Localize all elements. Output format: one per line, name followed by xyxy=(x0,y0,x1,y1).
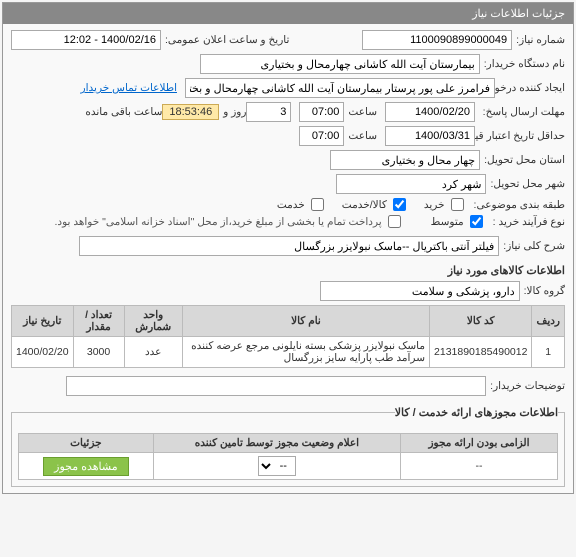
goods-cb-label: کالا/خدمت xyxy=(342,199,387,211)
city-label: شهر محل تحویل: xyxy=(486,178,565,190)
permits-title: اطلاعات مجوزهای ارائه خدمت / کالا xyxy=(395,402,558,423)
need-desc-input[interactable] xyxy=(79,236,499,256)
permits-header-row: الزامی بودن ارائه مجوز اعلام وضعیت مجوز … xyxy=(19,434,558,453)
col-row: ردیف xyxy=(532,306,565,337)
proc-type-label: نوع فرآیند خرید : xyxy=(489,216,565,228)
province-label: استان محل تحویل: xyxy=(480,154,565,166)
service-checkbox[interactable] xyxy=(311,198,324,211)
table-header-row: ردیف کد کالا نام کالا واحد شمارش تعداد /… xyxy=(12,306,565,337)
partial-pay-checkbox[interactable] xyxy=(388,215,401,228)
col-date: تاریخ نیاز xyxy=(12,306,74,337)
status-select[interactable]: -- xyxy=(258,456,296,476)
cell-row: 1 xyxy=(532,337,565,368)
need-no-label: شماره نیاز: xyxy=(512,34,565,46)
view-permit-button[interactable]: مشاهده مجوز xyxy=(43,457,128,476)
cell-unit: عدد xyxy=(124,337,182,368)
col-qty: تعداد / مقدار xyxy=(73,306,124,337)
col-name: نام کالا xyxy=(182,306,429,337)
permits-fieldset: اطلاعات مجوزهای ارائه خدمت / کالا الزامی… xyxy=(11,402,565,487)
goods-table: ردیف کد کالا نام کالا واحد شمارش تعداد /… xyxy=(11,305,565,368)
buyer-contact-link[interactable]: اطلاعات تماس خریدار xyxy=(81,82,177,94)
form-area: شماره نیاز: تاریخ و ساعت اعلان عمومی: نا… xyxy=(3,24,573,493)
buy-cb-label: خرید xyxy=(424,199,445,211)
goods-group-input[interactable] xyxy=(320,281,520,301)
validity-date-input[interactable] xyxy=(385,126,475,146)
need-desc-label: شرح کلی نیاز: xyxy=(499,240,565,252)
province-input[interactable] xyxy=(330,150,480,170)
budget-cls-label: طبقه بندی موضوعی: xyxy=(470,199,565,211)
cell-name: ماسک نبولایزر پزشکی بسته نایلونی مرجع عر… xyxy=(182,337,429,368)
cell-mandatory: -- xyxy=(401,453,558,480)
creator-label: ایجاد کننده درخواست: xyxy=(495,82,565,94)
goods-group-label: گروه کالا: xyxy=(520,285,565,297)
deadline-date-input[interactable] xyxy=(385,102,475,122)
hour-label-2: ساعت xyxy=(344,130,377,142)
service-cb-label: خدمت xyxy=(277,199,305,211)
goods-info-title: اطلاعات کالاهای مورد نیاز xyxy=(11,260,565,281)
buyer-notes-label: توضیحات خریدار: xyxy=(486,380,565,392)
cell-qty: 3000 xyxy=(73,337,124,368)
col-code: کد کالا xyxy=(430,306,532,337)
panel-title: جزئیات اطلاعات نیاز xyxy=(3,3,573,24)
buyer-input[interactable] xyxy=(200,54,480,74)
buy-checkbox[interactable] xyxy=(451,198,464,211)
countdown-timer: 18:53:46 xyxy=(162,104,219,120)
col-status: اعلام وضعیت مجوز توسط تامین کننده xyxy=(153,434,400,453)
goods-checkbox[interactable] xyxy=(393,198,406,211)
partial-pay-label: پرداخت تمام یا بخشی از مبلغ خرید،از محل … xyxy=(54,216,381,228)
deadline-hour-input[interactable] xyxy=(299,102,344,122)
need-details-panel: جزئیات اطلاعات نیاز شماره نیاز: تاریخ و … xyxy=(2,2,574,494)
mid-cb-label: متوسط xyxy=(431,216,464,228)
permits-row: -- -- مشاهده مجوز xyxy=(19,453,558,480)
creator-input[interactable] xyxy=(185,78,495,98)
buyer-notes-input[interactable] xyxy=(66,376,486,396)
col-details: جزئیات xyxy=(19,434,154,453)
cell-status: -- xyxy=(153,453,400,480)
mid-checkbox[interactable] xyxy=(470,215,483,228)
need-no-input[interactable] xyxy=(362,30,512,50)
cell-details: مشاهده مجوز xyxy=(19,453,154,480)
city-input[interactable] xyxy=(336,174,486,194)
remain-label: ساعت باقی مانده xyxy=(81,106,162,118)
deadline-label: مهلت ارسال پاسخ: xyxy=(475,106,565,118)
buyer-label: نام دستگاه خریدار: xyxy=(480,58,565,70)
table-row[interactable]: 1 2131890185490012 ماسک نبولایزر پزشکی ب… xyxy=(12,337,565,368)
col-mandatory: الزامی بودن ارائه مجوز xyxy=(401,434,558,453)
announce-label: تاریخ و ساعت اعلان عمومی: xyxy=(161,34,289,46)
permits-table: الزامی بودن ارائه مجوز اعلام وضعیت مجوز … xyxy=(18,433,558,480)
hour-label-1: ساعت xyxy=(344,106,377,118)
announce-input[interactable] xyxy=(11,30,161,50)
validity-hour-input[interactable] xyxy=(299,126,344,146)
col-unit: واحد شمارش xyxy=(124,306,182,337)
cell-date: 1400/02/20 xyxy=(12,337,74,368)
validity-label: حداقل تاریخ اعتبار قیمت: تا تاریخ: xyxy=(475,130,565,142)
day-word: روز و xyxy=(219,106,246,118)
cell-code: 2131890185490012 xyxy=(430,337,532,368)
days-input[interactable] xyxy=(246,102,291,122)
